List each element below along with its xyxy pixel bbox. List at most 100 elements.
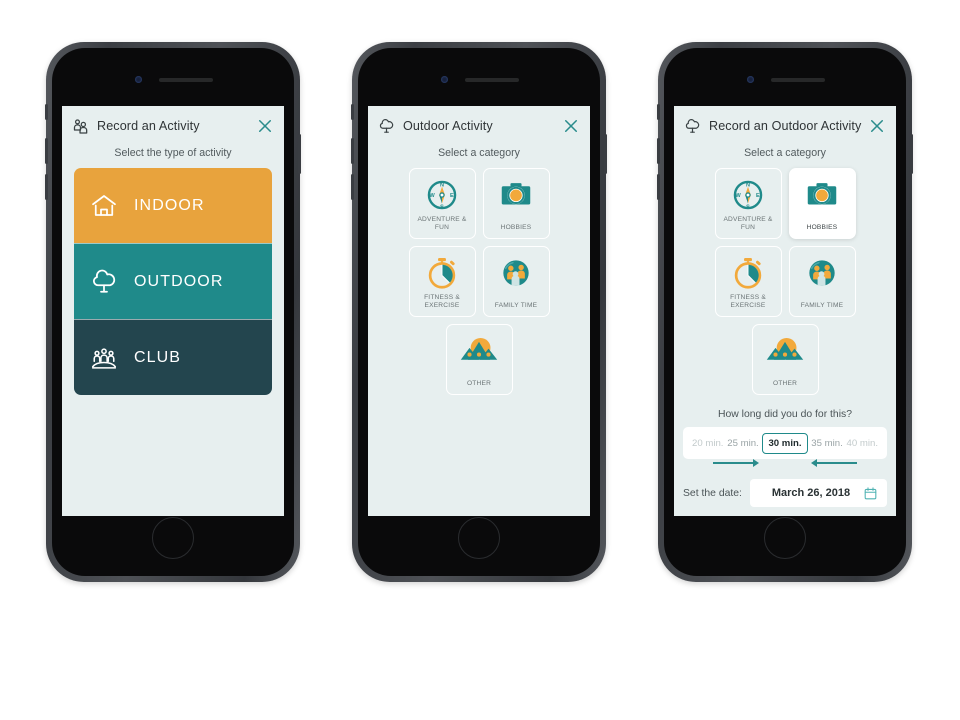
- screen-2-subtitle: Select a category: [438, 147, 520, 159]
- phone-body-3: Record an Outdoor Activity Select a cate…: [664, 48, 906, 576]
- duration-question: How long did you do for this?: [717, 409, 852, 420]
- front-camera-icon: [747, 76, 754, 83]
- svg-text:S: S: [746, 204, 750, 210]
- mountain-icon: [766, 337, 804, 360]
- svg-text:E: E: [756, 193, 760, 199]
- category-card-fitness-exercise[interactable]: FITNESS & EXERCISE: [714, 246, 782, 317]
- phone-body-1: Record an Activity Select the type of ac…: [52, 48, 294, 576]
- close-icon[interactable]: [868, 117, 886, 135]
- category-card-fitness-exercise[interactable]: FITNESS & EXERCISE: [408, 246, 476, 317]
- category-card-hobbies[interactable]: HOBBIES: [482, 168, 550, 239]
- svg-text:N: N: [746, 182, 750, 188]
- activity-type-list: INDOOR OUTDOOR CLUB: [74, 168, 272, 395]
- category-label: HOBBIES: [500, 224, 532, 231]
- duration-option-40[interactable]: 40 min.: [847, 438, 878, 449]
- power-button: [298, 134, 301, 174]
- calendar-icon[interactable]: [863, 486, 878, 501]
- date-field[interactable]: March 26, 2018: [749, 479, 887, 507]
- stopwatch-icon: [428, 257, 456, 289]
- category-label: ADVENTURE & FUN: [723, 216, 773, 231]
- type-label-outdoor: OUTDOOR: [134, 272, 224, 290]
- close-icon[interactable]: [256, 117, 274, 135]
- earpiece-speaker: [159, 78, 213, 82]
- category-grid-2: NS WE ADVENTURE & FUN HOBBIES FITNESS & …: [368, 168, 590, 395]
- category-card-hobbies[interactable]: HOBBIES: [788, 168, 856, 239]
- home-button[interactable]: [152, 517, 194, 559]
- category-card-family-time[interactable]: FAMILY TIME: [788, 246, 856, 317]
- date-label: Set the date:: [683, 487, 742, 499]
- screen-2-header: Outdoor Activity: [368, 106, 590, 146]
- type-option-indoor[interactable]: INDOOR: [74, 168, 272, 243]
- earpiece-speaker: [465, 78, 519, 82]
- compass-icon: N S W E: [733, 180, 763, 210]
- category-label: OTHER: [466, 380, 492, 387]
- close-icon[interactable]: [562, 117, 580, 135]
- group-icon: [74, 343, 134, 373]
- category-card-other[interactable]: OTHER: [751, 324, 819, 395]
- phone-mockup-3: Record an Outdoor Activity Select a cate…: [657, 42, 913, 582]
- category-label: FITNESS & EXERCISE: [424, 294, 460, 309]
- home-button[interactable]: [764, 517, 806, 559]
- phone-mockup-2: Outdoor Activity Select a category N S W…: [351, 42, 607, 582]
- page-title: Record an Activity: [97, 119, 200, 133]
- category-label: FITNESS & EXERCISE: [730, 294, 766, 309]
- category-card-family-time[interactable]: FAMILY TIME: [482, 246, 550, 317]
- tree-icon: [685, 118, 700, 133]
- silent-switch: [351, 104, 354, 120]
- camera-icon: [501, 183, 531, 205]
- svg-text:S: S: [440, 204, 444, 210]
- duration-option-30-selected[interactable]: 30 min.: [762, 432, 808, 454]
- stopwatch-icon: [734, 257, 762, 289]
- svg-text:N: N: [440, 182, 444, 188]
- home-button[interactable]: [458, 517, 500, 559]
- category-card-adventure-fun[interactable]: N S W E ADVENTURE & FUN: [714, 168, 782, 239]
- screen-3-header: Record an Outdoor Activity: [674, 106, 896, 146]
- category-label: FAMILY TIME: [494, 302, 538, 309]
- tree-icon: [74, 267, 134, 297]
- category-card-adventure-fun[interactable]: N S W E ADVENTURE & FUN: [408, 168, 476, 239]
- svg-text:W: W: [735, 193, 741, 199]
- screen-3-subtitle: Select a category: [744, 147, 826, 159]
- category-label: OTHER: [772, 380, 798, 387]
- compass-icon: N S W E: [427, 180, 457, 210]
- category-grid-3: N S W E ADVENTURE & FUN HOBBIES FITNESS & …: [674, 168, 896, 395]
- screen-1-header: Record an Activity: [62, 106, 284, 146]
- category-card-other[interactable]: OTHER: [445, 324, 513, 395]
- screen-1: Record an Activity Select the type of ac…: [62, 106, 284, 516]
- duration-picker[interactable]: 20 min. 25 min. 30 min. 35 min. 40 min.: [683, 427, 887, 459]
- phone-mockup-1: Record an Activity Select the type of ac…: [45, 42, 301, 582]
- duration-option-35[interactable]: 35 min.: [811, 438, 842, 449]
- volume-down-button: [657, 174, 660, 200]
- family-icon: [809, 260, 835, 286]
- tree-icon: [379, 118, 394, 133]
- screen-1-subtitle: Select the type of activity: [114, 147, 232, 159]
- camera-icon: [807, 183, 837, 205]
- silent-switch: [45, 104, 48, 120]
- date-value: March 26, 2018: [771, 487, 851, 499]
- family-icon: [503, 260, 529, 286]
- volume-down-button: [45, 174, 48, 200]
- category-label: FAMILY TIME: [800, 302, 844, 309]
- type-label-indoor: INDOOR: [134, 196, 205, 214]
- type-option-club[interactable]: CLUB: [74, 319, 272, 395]
- volume-up-button: [657, 138, 660, 164]
- silent-switch: [657, 104, 660, 120]
- screen-3: Record an Outdoor Activity Select a cate…: [674, 106, 896, 516]
- duration-option-25[interactable]: 25 min.: [727, 438, 758, 449]
- date-row: Set the date: March 26, 2018: [683, 479, 887, 507]
- earpiece-speaker: [771, 78, 825, 82]
- power-button: [910, 134, 913, 174]
- volume-down-button: [351, 174, 354, 200]
- house-icon: [74, 191, 134, 221]
- page-title: Record an Outdoor Activity: [709, 119, 862, 133]
- type-option-outdoor[interactable]: OUTDOOR: [74, 243, 272, 319]
- arrow-left-icon: [811, 459, 857, 467]
- front-camera-icon: [441, 76, 448, 83]
- duration-option-20[interactable]: 20 min.: [692, 438, 723, 449]
- screen-2: Outdoor Activity Select a category N S W…: [368, 106, 590, 516]
- people-icon: [73, 118, 88, 134]
- volume-up-button: [45, 138, 48, 164]
- category-label: HOBBIES: [806, 224, 838, 231]
- type-label-club: CLUB: [134, 348, 182, 366]
- category-label: ADVENTURE & FUN: [417, 216, 467, 231]
